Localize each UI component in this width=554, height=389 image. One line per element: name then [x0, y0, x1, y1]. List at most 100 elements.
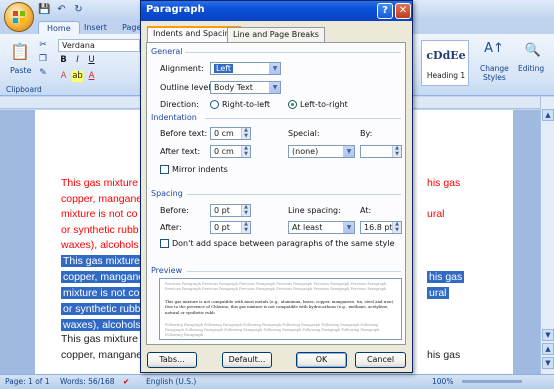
dialog-title-bar[interactable]: Paragraph ? ✕ [141, 1, 412, 21]
ltr-label[interactable]: Left-to-right [300, 100, 348, 109]
spacing-before-spinner[interactable]: 0 pt ▲ ▼ [210, 204, 251, 217]
close-button[interactable]: ✕ [395, 3, 411, 19]
tabs-button[interactable]: Tabs... [147, 352, 197, 368]
document-line-tail-text: ural [427, 287, 449, 299]
document-line[interactable]: This gas mixture [61, 177, 138, 189]
status-language[interactable]: English (U.S.) [146, 377, 196, 386]
document-line-text: mixture is not co [61, 208, 138, 220]
rtl-radio[interactable] [210, 100, 219, 109]
default-button[interactable]: Default... [222, 352, 272, 368]
prev-page-icon[interactable]: ▲ [542, 343, 554, 355]
document-line[interactable]: or synthetic rubb [61, 303, 143, 315]
bold-icon[interactable]: B [58, 55, 69, 66]
by-label: By: [360, 129, 373, 138]
line-spacing-select[interactable]: At least ▼ [288, 221, 355, 234]
after-text-value: 0 cm [214, 147, 234, 156]
editing-icon[interactable]: 🔍 [520, 40, 546, 60]
before-text-value: 0 cm [214, 129, 234, 138]
document-line[interactable]: copper, mangane [61, 193, 142, 205]
status-page[interactable]: Page: 1 of 1 [5, 377, 50, 386]
spinner-arrows-icon[interactable]: ▲ ▼ [241, 221, 250, 233]
chevron-down-icon[interactable]: ▼ [343, 222, 354, 233]
alignment-select[interactable]: Left ▼ [210, 62, 281, 75]
highlight-icon[interactable]: ab [72, 71, 83, 82]
mirror-indents-checkbox[interactable] [160, 165, 169, 174]
document-line-text: or synthetic rubb [61, 303, 143, 315]
font-name-box[interactable]: Verdana [58, 39, 140, 52]
document-line[interactable]: This gas mixture [61, 333, 138, 345]
spinner-arrows-icon[interactable]: ▲ ▼ [241, 145, 250, 157]
outline-level-select[interactable]: Body Text ▼ [210, 81, 281, 94]
chevron-down-icon[interactable]: ▼ [269, 63, 280, 74]
spacing-after-spinner[interactable]: 0 pt ▲ ▼ [210, 221, 251, 234]
paragraph-preview: Previous Paragraph Previous Paragraph Pr… [159, 278, 402, 340]
format-painter-icon[interactable]: ✎ [38, 68, 48, 78]
cut-icon[interactable]: ✂ [38, 40, 48, 50]
by-spinner[interactable]: ▲ ▼ [360, 145, 402, 158]
office-button[interactable] [4, 2, 34, 32]
preview-heading: Preview [151, 266, 183, 275]
document-line[interactable]: This gas mixture [61, 255, 143, 267]
cancel-button[interactable]: Cancel [355, 352, 406, 368]
document-line[interactable]: copper, mangane [61, 271, 147, 283]
save-icon[interactable]: 💾 [38, 3, 51, 16]
redo-icon[interactable]: ↻ [72, 3, 85, 16]
scroll-down-icon[interactable]: ▼ [542, 329, 554, 341]
underline-icon[interactable]: U [86, 55, 97, 66]
spinner-arrows-icon[interactable]: ▲ ▼ [392, 145, 401, 157]
document-line-text: waxes), alcohols [61, 239, 139, 251]
proofing-icon[interactable]: ✔ [123, 377, 129, 386]
document-line[interactable]: or synthetic rubb [61, 224, 139, 236]
outline-level-value: Body Text [214, 83, 253, 92]
document-line-tail-text: ural [427, 208, 445, 220]
special-label: Special: [288, 129, 320, 138]
mirror-indents-label[interactable]: Mirror indents [172, 165, 228, 174]
rtl-label[interactable]: Right-to-left [222, 100, 270, 109]
document-line[interactable]: waxes), alcohols [61, 319, 143, 331]
document-line[interactable]: mixture is not co [61, 287, 142, 299]
document-line[interactable]: copper, mangane [61, 349, 142, 361]
status-words[interactable]: Words: 56/168 [60, 377, 114, 386]
tab-home[interactable]: Home [38, 21, 80, 34]
document-line-tail-text: his gas [427, 177, 461, 189]
text-effects-icon[interactable]: A [58, 71, 69, 82]
dont-add-space-checkbox[interactable] [160, 239, 169, 248]
status-zoom[interactable]: 100% [432, 377, 453, 386]
spacing-after-value: 0 pt [214, 223, 230, 232]
help-button[interactable]: ? [377, 3, 393, 19]
chevron-down-icon[interactable]: ▼ [269, 82, 280, 93]
direction-label: Direction: [160, 100, 199, 109]
paste-label[interactable]: Paste [10, 66, 32, 75]
vertical-scrollbar[interactable]: ▲ ▼ ▲ ▼ [540, 97, 554, 374]
ltr-radio[interactable] [288, 100, 297, 109]
paste-icon[interactable]: 📋 [8, 40, 32, 62]
undo-icon[interactable]: ↶ [55, 3, 68, 16]
copy-icon[interactable]: ❐ [38, 54, 48, 64]
tab-line-and-page-breaks[interactable]: Line and Page Breaks [227, 27, 325, 42]
ok-button[interactable]: OK [296, 352, 347, 368]
scroll-up-icon[interactable]: ▲ [542, 109, 554, 121]
style-gallery-item[interactable]: cDdEe Heading 1 [421, 40, 469, 86]
change-styles-icon[interactable]: A↑ [481, 38, 507, 58]
document-line[interactable]: mixture is not co [61, 208, 137, 220]
tab-insert[interactable]: Insert [76, 21, 115, 34]
spinner-arrows-icon[interactable]: ▲ ▼ [392, 221, 401, 233]
style-name: Heading 1 [426, 71, 466, 80]
font-format-row-1: B I U [58, 55, 97, 66]
before-text-spinner[interactable]: 0 cm ▲ ▼ [210, 127, 251, 140]
editing-label[interactable]: Editing [518, 64, 544, 73]
spinner-arrows-icon[interactable]: ▲ ▼ [241, 127, 250, 139]
zoom-slider[interactable] [462, 380, 522, 383]
change-styles-label[interactable]: Change Styles [480, 64, 509, 82]
document-line[interactable]: waxes), alcohols [61, 239, 139, 251]
after-text-spinner[interactable]: 0 cm ▲ ▼ [210, 145, 251, 158]
spinner-arrows-icon[interactable]: ▲ ▼ [241, 204, 250, 216]
italic-icon[interactable]: I [72, 55, 83, 66]
at-spinner[interactable]: 16.8 pt ▲ ▼ [360, 221, 402, 234]
document-line-text: mixture is not co [61, 287, 142, 299]
font-color-icon[interactable]: A [86, 71, 97, 82]
chevron-down-icon[interactable]: ▼ [343, 146, 354, 157]
next-page-icon[interactable]: ▼ [542, 357, 554, 369]
special-select[interactable]: (none) ▼ [288, 145, 355, 158]
dont-add-space-label[interactable]: Don't add space between paragraphs of th… [172, 239, 395, 248]
